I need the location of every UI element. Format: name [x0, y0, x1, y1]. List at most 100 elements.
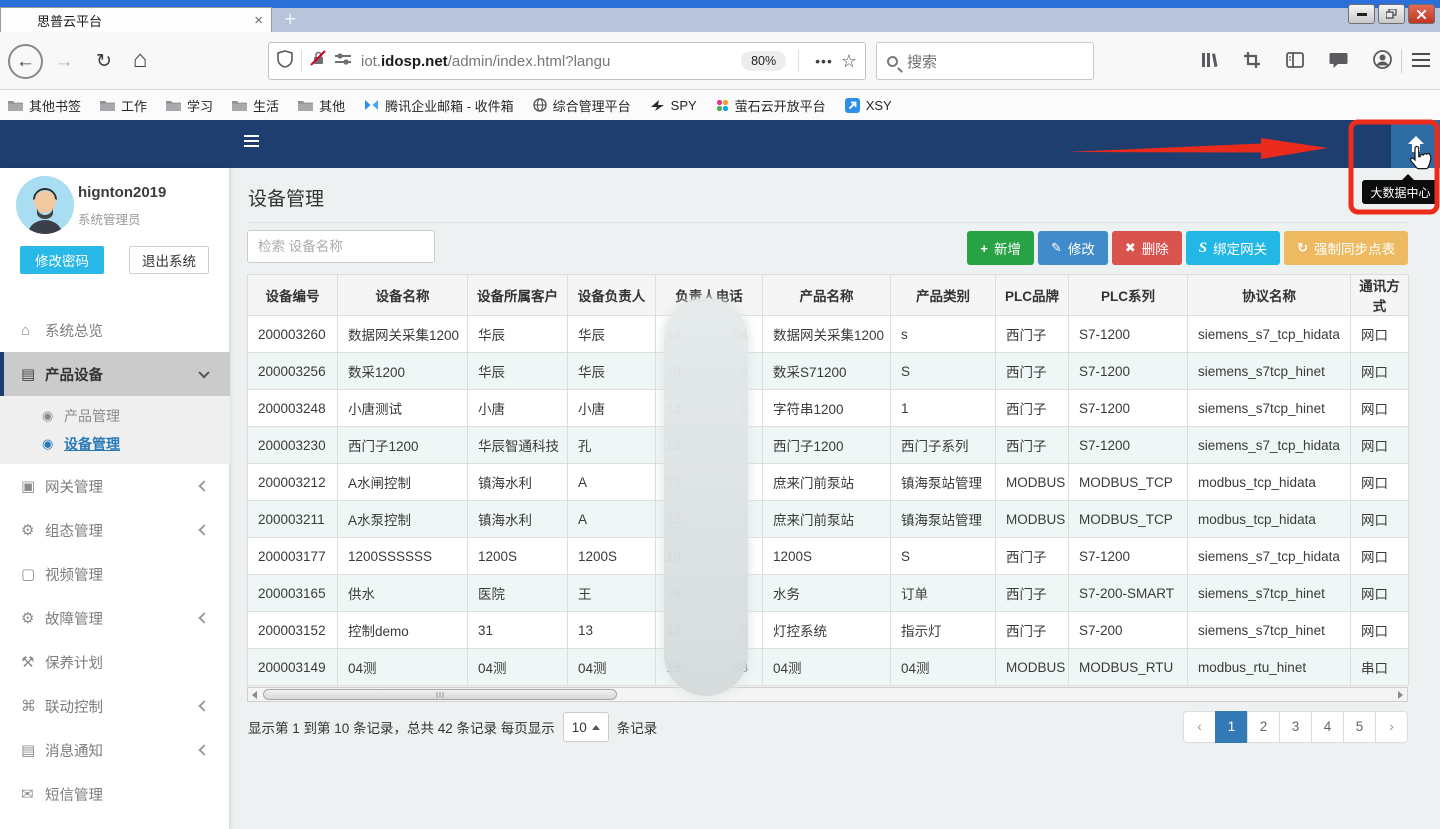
pager-prev[interactable]: ‹ [1183, 711, 1216, 743]
restore-button[interactable] [1378, 4, 1405, 24]
bookmark-item[interactable]: XSY [845, 98, 892, 113]
sidebar-item-联动控制[interactable]: ⌘联动控制 [0, 684, 230, 728]
bookmark-item[interactable]: 生活 [232, 96, 279, 115]
scroll-right-icon[interactable] [1398, 691, 1403, 699]
column-header[interactable]: PLC系列 [1069, 275, 1188, 316]
change-password-button[interactable]: 修改密码 [20, 246, 104, 274]
bookmark-item[interactable]: 其他书签 [8, 96, 81, 115]
sidebar-item-视频管理[interactable]: ▢视频管理 [0, 552, 230, 596]
bookmark-item[interactable]: 萤石云开放平台 [716, 96, 826, 115]
table-row[interactable]: 20000314904测04测04测153804测04测MODBUSMODBUS… [248, 649, 1409, 686]
insecure-lock-icon[interactable] [310, 50, 327, 72]
sidebar-item-网关管理[interactable]: ▣网关管理 [0, 464, 230, 508]
table-row[interactable]: 2000031771200SSSSSS1200S1200S151200SS西门子… [248, 538, 1409, 575]
action-button-修改[interactable]: ✎修改 [1038, 231, 1108, 265]
screenshot-crop-icon[interactable] [1243, 51, 1261, 69]
sidebar-item-故障管理[interactable]: ⚙故障管理 [0, 596, 230, 640]
sidebar-item-组态管理[interactable]: ⚙组态管理 [0, 508, 230, 552]
cell-brand: 西门子 [996, 575, 1069, 612]
sidebar-item-产品设备[interactable]: ▤产品设备 [0, 352, 230, 396]
avatar[interactable] [16, 176, 74, 234]
pager-page-3[interactable]: 3 [1279, 711, 1312, 743]
column-header[interactable]: 设备编号 [248, 275, 338, 316]
scrollbar-thumb[interactable] [263, 689, 617, 700]
cell-owner: A [568, 501, 656, 538]
action-button-label: 强制同步点表 [1314, 238, 1395, 258]
table-row[interactable]: 200003260数据网关采集1200华辰华辰1804数据网关采集1200s西门… [248, 316, 1409, 353]
library-icon[interactable] [1200, 51, 1218, 69]
home-button[interactable]: ⌂ [128, 46, 152, 74]
column-header[interactable]: PLC品牌 [996, 275, 1069, 316]
cell-category: s [891, 316, 996, 353]
bookmark-label: SPY [671, 98, 697, 113]
pager-page-4[interactable]: 4 [1311, 711, 1344, 743]
reload-button[interactable]: ↻ [92, 49, 116, 73]
bookmark-item[interactable]: 学习 [166, 96, 213, 115]
pager-next[interactable]: › [1375, 711, 1408, 743]
minimize-button[interactable] [1348, 4, 1375, 24]
sidebar-item-短信管理[interactable]: ✉短信管理 [0, 772, 230, 816]
permissions-icon[interactable] [335, 52, 351, 71]
sidebar-toggle-icon[interactable] [1286, 52, 1304, 68]
table-row[interactable]: 200003211A水泵控制镇海水利A13庶来门前泵站镇海泵站管理MODBUSM… [248, 501, 1409, 538]
toolbar-separator [1401, 49, 1402, 73]
bookmark-label: 工作 [121, 96, 147, 115]
page-actions-icon[interactable]: ••• [815, 53, 833, 69]
table-row[interactable]: 200003212A水闸控制镇海水利A13庶来门前泵站镇海泵站管理MODBUSM… [248, 464, 1409, 501]
bookmark-item[interactable]: 其他 [298, 96, 345, 115]
zoom-level-badge[interactable]: 80% [741, 51, 786, 71]
pager-page-5[interactable]: 5 [1343, 711, 1376, 743]
column-header[interactable]: 协议名称 [1188, 275, 1351, 316]
logout-button[interactable]: 退出系统 [129, 246, 209, 274]
scroll-left-icon[interactable] [252, 691, 257, 699]
forward-button[interactable]: → [52, 50, 76, 74]
account-icon[interactable] [1373, 50, 1392, 69]
action-button-强制同步点表[interactable]: ↻强制同步点表 [1284, 231, 1408, 265]
bookmark-item[interactable]: 综合管理平台 [533, 96, 631, 115]
bookmark-item[interactable]: 工作 [100, 96, 147, 115]
bookmark-star-icon[interactable]: ☆ [841, 51, 857, 72]
action-button-绑定网关[interactable]: S绑定网关 [1186, 231, 1280, 265]
table-row[interactable]: 200003165供水医院王18水务订单西门子S7-200-SMARTsieme… [248, 575, 1409, 612]
message-bubble-icon[interactable] [1329, 51, 1348, 69]
url-text[interactable]: iot.idosp.net/admin/index.html?langu [361, 53, 737, 70]
url-bar[interactable]: iot.idosp.net/admin/index.html?langu 80%… [268, 42, 866, 80]
browser-search-box[interactable]: 搜索 [876, 42, 1094, 80]
submenu-item-产品管理[interactable]: ◉产品管理 [0, 402, 230, 430]
column-header[interactable]: 产品名称 [763, 275, 891, 316]
close-button[interactable] [1408, 4, 1435, 24]
wrench-icon: ⚒ [21, 653, 45, 671]
sidebar-collapse-icon[interactable] [244, 135, 259, 150]
table-horizontal-scrollbar[interactable] [247, 687, 1408, 702]
page-size-select[interactable]: 10 [563, 712, 609, 742]
table-row[interactable]: 200003256数采1200华辰华辰184数采S71200S西门子S7-120… [248, 353, 1409, 390]
cell-category: 西门子系列 [891, 427, 996, 464]
back-button[interactable]: ← [8, 44, 43, 79]
tab-close-icon[interactable]: × [254, 12, 263, 29]
column-header[interactable]: 设备负责人 [568, 275, 656, 316]
table-row[interactable]: 200003248小唐测试小唐小唐130字符串12001西门子S7-1200si… [248, 390, 1409, 427]
pager-page-1[interactable]: 1 [1215, 711, 1248, 743]
bookmark-item[interactable]: SPY [650, 98, 697, 113]
shield-icon[interactable] [277, 50, 293, 73]
column-header[interactable]: 产品类别 [891, 275, 996, 316]
sidebar-item-系统总览[interactable]: ⌂系统总览 [0, 308, 230, 352]
column-header[interactable]: 设备名称 [338, 275, 468, 316]
action-button-新增[interactable]: +新增 [967, 231, 1034, 265]
submenu-item-设备管理[interactable]: ◉设备管理 [0, 430, 230, 458]
sidebar-item-消息通知[interactable]: ▤消息通知 [0, 728, 230, 772]
sidebar-item-clipped[interactable]: ▦ [0, 816, 230, 829]
bookmark-item[interactable]: 腾讯企业邮箱 - 收件箱 [364, 96, 514, 115]
pager-page-2[interactable]: 2 [1247, 711, 1280, 743]
table-row[interactable]: 200003230西门子1200华辰智通科技孔15西门子1200西门子系列西门子… [248, 427, 1409, 464]
new-tab-button[interactable]: + [284, 8, 296, 32]
folder-icon [298, 99, 313, 111]
column-header[interactable]: 设备所属客户 [468, 275, 568, 316]
browser-tab[interactable]: 思普云平台 × [0, 7, 272, 32]
action-button-删除[interactable]: ✖删除 [1112, 231, 1182, 265]
chevron-left-icon [198, 524, 209, 535]
column-header[interactable]: 通讯方式 [1351, 275, 1409, 316]
sidebar-item-保养计划[interactable]: ⚒保养计划 [0, 640, 230, 684]
table-row[interactable]: 200003152控制demo3113153灯控系统指示灯西门子S7-200si… [248, 612, 1409, 649]
hamburger-menu-icon[interactable] [1412, 53, 1430, 71]
